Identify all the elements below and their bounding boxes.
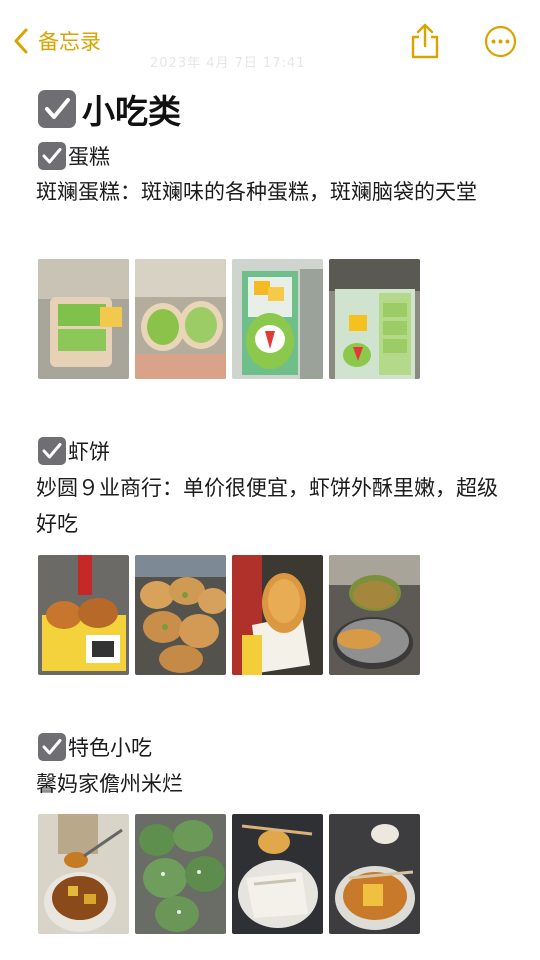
section-header-snacks: 特色小吃	[38, 732, 152, 762]
cake-photo-4[interactable]	[329, 259, 420, 379]
section-header-shrimp-cake: 虾饼	[38, 436, 110, 466]
section-title: 特色小吃	[68, 736, 152, 760]
shrimp-cake-photo-4[interactable]	[329, 555, 420, 675]
snack-photo-4[interactable]	[329, 814, 420, 934]
chevron-left-icon	[14, 28, 28, 54]
navigation-bar: 备忘录 2023年 4月 7日 17:41	[0, 22, 540, 71]
note-date: 2023年 4月 7日 17:41	[150, 56, 306, 71]
note-title-row: 小吃类	[38, 85, 181, 133]
section-title: 虾饼	[68, 440, 110, 464]
back-button[interactable]: 备忘录	[12, 26, 101, 56]
shrimp-cake-photo-3[interactable]	[232, 555, 323, 675]
section-text[interactable]: 馨妈家儋州米烂	[36, 766, 506, 802]
section-text[interactable]: 斑斓蛋糕：斑斓味的各种蛋糕，斑斓脑袋的天堂	[36, 174, 506, 210]
cake-photo-3[interactable]	[232, 259, 323, 379]
note-title: 小吃类	[82, 92, 181, 131]
ellipsis-circle-icon[interactable]	[484, 25, 517, 58]
share-icon[interactable]	[408, 22, 442, 60]
section-checkbox[interactable]	[38, 142, 66, 170]
section-header-cake: 蛋糕	[38, 141, 110, 171]
section-title: 蛋糕	[68, 145, 110, 169]
checkmark-icon	[42, 739, 62, 755]
back-label: 备忘录	[38, 30, 101, 54]
shrimp-cake-photo-1[interactable]	[38, 555, 129, 675]
checkmark-icon	[42, 148, 62, 164]
section-checkbox[interactable]	[38, 733, 66, 761]
checkmark-icon	[42, 443, 62, 459]
snack-photo-2[interactable]	[135, 814, 226, 934]
photo-row-shrimp-cake	[38, 555, 420, 675]
photo-row-snacks	[38, 814, 420, 934]
shrimp-cake-photo-2[interactable]	[135, 555, 226, 675]
photo-row-cake	[38, 259, 420, 379]
title-checkbox[interactable]	[38, 90, 76, 128]
snack-photo-3[interactable]	[232, 814, 323, 934]
section-text[interactable]: 妙圆９业商行：单价很便宜，虾饼外酥里嫩，超级好吃	[36, 470, 506, 542]
checkmark-icon	[45, 98, 70, 119]
cake-photo-1[interactable]	[38, 259, 129, 379]
section-checkbox[interactable]	[38, 437, 66, 465]
snack-photo-1[interactable]	[38, 814, 129, 934]
cake-photo-2[interactable]	[135, 259, 226, 379]
